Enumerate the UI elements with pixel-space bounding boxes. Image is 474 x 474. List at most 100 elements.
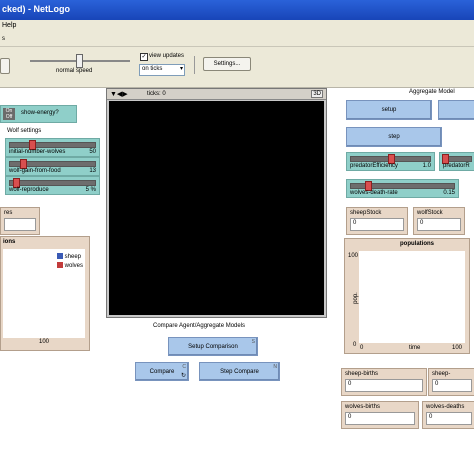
aggregate-setup-button[interactable]: setup (346, 100, 432, 120)
plot-area (359, 251, 465, 343)
shortcut-key: N (273, 364, 277, 370)
monitor-label: res (4, 210, 13, 216)
wolf-settings-title: Wolf settings (7, 128, 42, 134)
toolbar: normal speed ✓ view updates on ticks ▾ S… (0, 47, 474, 88)
window-title: cked) - NetLogo (2, 4, 71, 14)
slider-label: wolves-death-rate (350, 190, 398, 196)
speed-knob[interactable] (76, 54, 83, 68)
aggregate-extra-button[interactable] (438, 100, 474, 120)
plot-x-max: 100 (452, 345, 463, 351)
tab-strip: s (0, 34, 474, 47)
switch-toggle[interactable]: On Off (3, 108, 15, 120)
show-energy-switch[interactable]: On Off show-energy? (0, 105, 77, 123)
monitor-sheep-stock: sheepStock 0 (346, 207, 408, 235)
tab-label[interactable]: s (2, 36, 5, 42)
monitor-label: sheepStock (350, 210, 382, 216)
ticks-label: ticks: 0 (147, 91, 166, 97)
plot-x-end: 100 (39, 339, 50, 345)
legend-swatch (56, 253, 63, 260)
netlogo-window: cked) - NetLogo Help s normal speed ✓ vi… (0, 0, 474, 474)
monitor-label: sheep- (432, 371, 451, 377)
left-monitor: res (0, 207, 40, 235)
slider-wolves-death-rate[interactable]: wolves-death-rate 0.15 (346, 179, 459, 198)
slider-predator-r[interactable]: predatorR (439, 152, 474, 171)
slider-label: wolf-reproduce (9, 187, 49, 193)
plot-y-max: 100 (348, 253, 359, 259)
slider-label: wolf-gain-from-food (9, 168, 61, 174)
interface-area: On Off show-energy? Wolf settings initia… (0, 88, 474, 474)
plot-legend: sheep wolves (56, 253, 83, 271)
aggregate-populations-plot: populations 100 pop. 0 0 time 100 (344, 238, 470, 354)
plot-title: ions (3, 239, 16, 245)
button-label: Compare (149, 368, 175, 375)
button-label: Setup Comparison (188, 343, 238, 350)
plot-x-label: time (409, 345, 421, 351)
plot-title: populations (400, 241, 434, 247)
settings-button[interactable]: Settings... (203, 57, 251, 71)
slider-value: 5 % (85, 187, 96, 193)
plot-x-min: 0 (360, 345, 364, 351)
monitor-value-box (4, 218, 36, 231)
slider-value: 13 (89, 168, 96, 174)
aggregate-title: Aggregate Model (409, 89, 455, 95)
monitor-wolf-stock: wolfStock 0 (413, 207, 465, 235)
slider-label: predatorEfficiency (350, 163, 398, 169)
monitor-label: wolves-deaths (426, 404, 465, 410)
monitor-label: wolfStock (417, 210, 443, 216)
menu-bar: Help (0, 20, 474, 35)
3d-button[interactable]: 3D (311, 90, 323, 98)
title-bar: cked) - NetLogo (0, 0, 474, 20)
view-updates-checkbox[interactable]: ✓ (140, 53, 148, 61)
setup-comparison-button[interactable]: Setup Comparison S (168, 337, 258, 356)
plot-y-label: pop. (352, 292, 359, 304)
monitor-value-box: 0 (345, 412, 415, 425)
slider-initial-number-wolves[interactable]: initial-number-wolves 50 (5, 138, 100, 157)
monitor-value: 0 (435, 381, 439, 387)
world-canvas[interactable] (109, 101, 324, 315)
legend-label: sheep (64, 254, 82, 260)
monitor-sheep-deaths: sheep- 0 (428, 368, 474, 396)
monitor-label: wolves-births (345, 404, 381, 410)
slider-label: predatorR (443, 163, 470, 169)
monitor-sheep-births: sheep-births 0 (341, 368, 427, 396)
monitor-value-box: 0 (432, 379, 472, 392)
monitor-value-box: 0 (345, 379, 423, 392)
monitor-value: 0 (353, 220, 357, 226)
chevron-down-icon: ▾ (179, 66, 183, 72)
playback-icons[interactable]: ▼◀▶ (110, 90, 128, 98)
slider-wolf-gain-from-food[interactable]: wolf-gain-from-food 13 (5, 157, 100, 176)
update-mode-value: on ticks (142, 66, 163, 72)
legend-swatch (56, 262, 63, 269)
compare-button[interactable]: Compare C ↻ (135, 362, 189, 381)
switch-label: show-energy? (21, 110, 59, 116)
shortcut-key: C (182, 364, 186, 370)
slider-predator-efficiency[interactable]: predatorEfficiency 1.0 (346, 152, 435, 171)
forever-loop-icon: ↻ (180, 373, 186, 379)
switch-off-label: Off (5, 114, 13, 120)
monitor-value-box: 0 (426, 412, 472, 425)
slider-wolf-reproduce[interactable]: wolf-reproduce 5 % (5, 176, 100, 195)
shortcut-key: S (251, 339, 255, 345)
legend-label: wolves (64, 263, 83, 269)
step-compare-button[interactable]: Step Compare N (199, 362, 280, 381)
compare-title: Compare Agent/Aggregate Models (153, 323, 246, 329)
slider-value: 50 (89, 149, 96, 155)
slider-track[interactable] (9, 180, 96, 186)
toolbar-divider (194, 56, 195, 74)
plot-y-min: 0 (353, 342, 357, 348)
monitor-value-box: 0 (417, 218, 461, 231)
button-label: Step Compare (220, 368, 259, 375)
menu-help[interactable]: Help (2, 22, 16, 29)
slider-label: initial-number-wolves (9, 149, 66, 155)
update-mode-select[interactable]: on ticks ▾ (139, 64, 185, 76)
legend-item: wolves (56, 262, 83, 271)
monitor-value: 0 (348, 381, 352, 387)
aggregate-step-button[interactable]: step (346, 127, 442, 147)
slider-track[interactable] (9, 142, 96, 148)
speed-label: normal speed (56, 68, 93, 74)
toolbar-left-button[interactable] (0, 58, 10, 74)
legend-item: sheep (56, 253, 83, 262)
monitor-wolves-deaths: wolves-deaths 0 (422, 401, 474, 429)
view-updates-label: view updates (149, 53, 185, 59)
world-header: ▼◀▶ ticks: 0 3D (107, 89, 326, 100)
